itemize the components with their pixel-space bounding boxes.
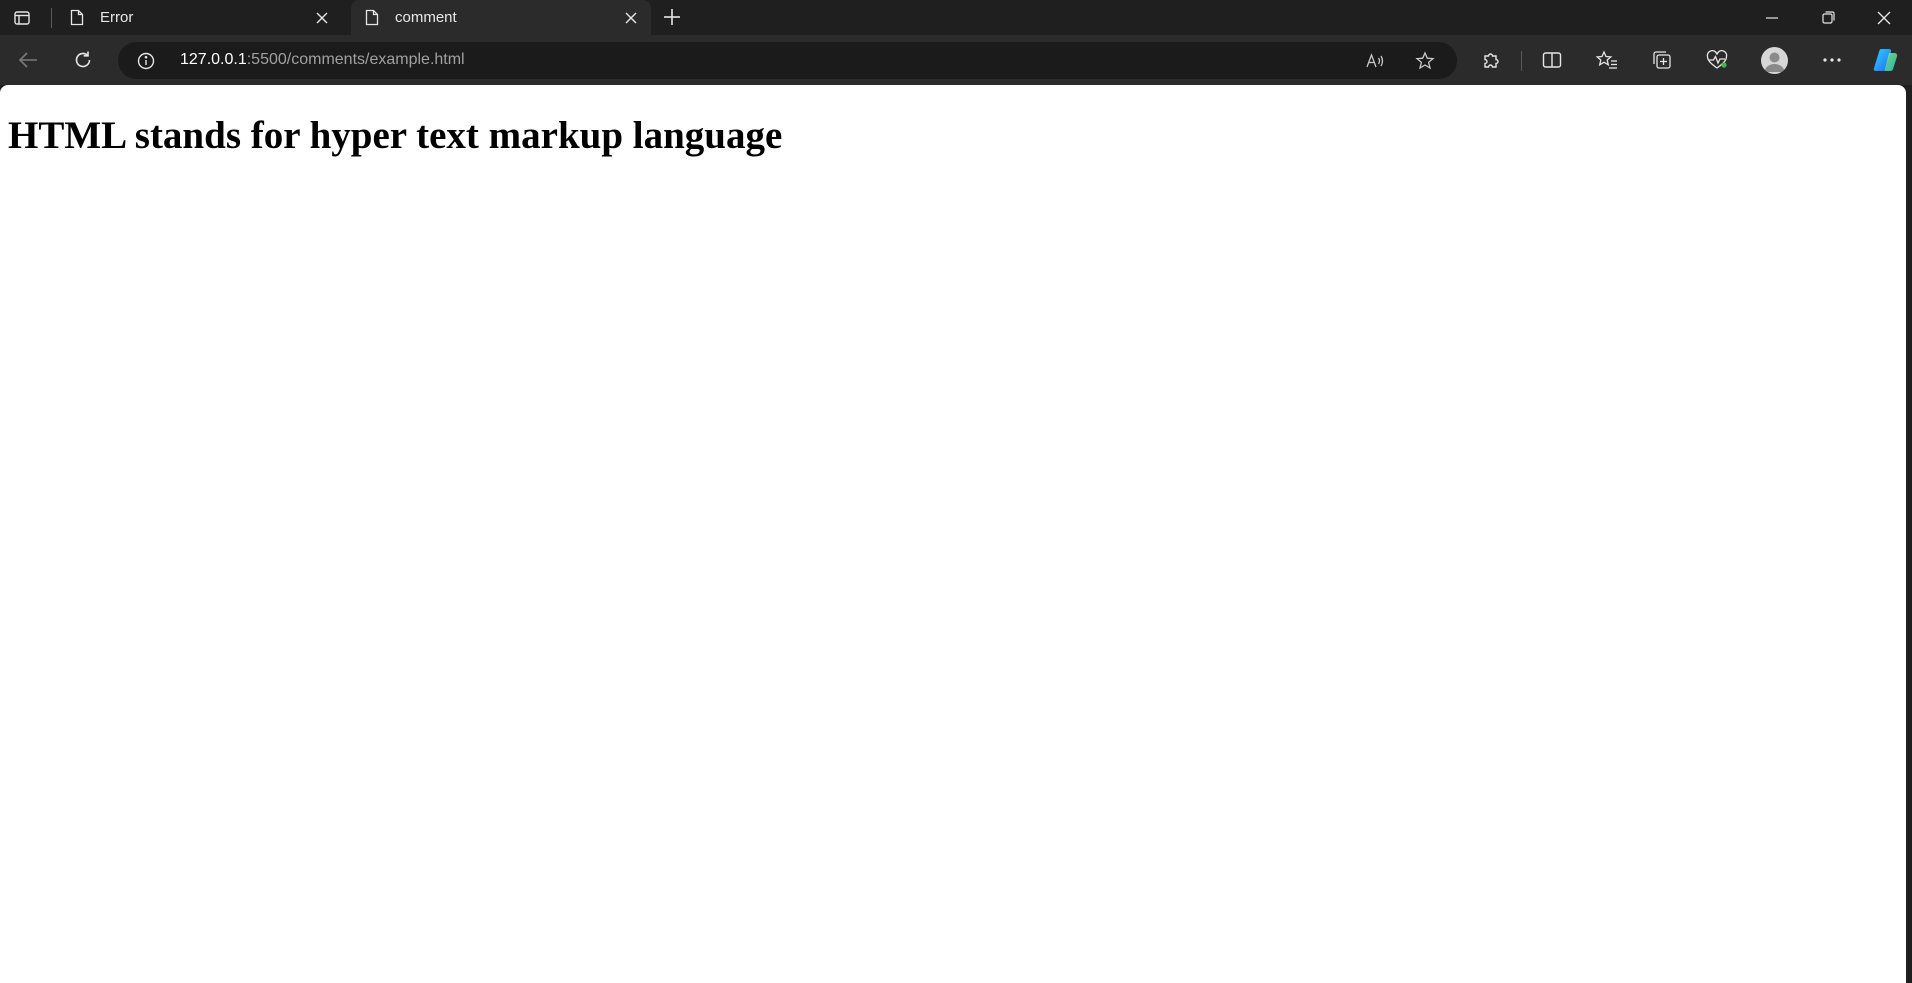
heart-pulse-icon[interactable] bbox=[1702, 46, 1732, 74]
url-path: :5500/comments/example.html bbox=[246, 51, 465, 68]
page-viewport: HTML stands for hyper text markup langua… bbox=[0, 85, 1906, 983]
tab-actions-icon[interactable] bbox=[10, 6, 34, 30]
browser-window: Error comment 127.0.0.1:5500/comments/ex… bbox=[0, 0, 1912, 983]
back-arrow-icon[interactable] bbox=[13, 46, 43, 74]
page-icon bbox=[363, 9, 381, 27]
split-screen-icon[interactable] bbox=[1537, 46, 1567, 74]
url-host: 127.0.0.1 bbox=[180, 51, 247, 68]
favorites-list-icon[interactable] bbox=[1592, 46, 1622, 74]
tab-comment[interactable]: comment bbox=[351, 0, 651, 35]
profile-icon[interactable] bbox=[1761, 47, 1788, 74]
close-icon[interactable] bbox=[1856, 0, 1912, 35]
more-icon[interactable] bbox=[1817, 46, 1847, 74]
page-icon bbox=[68, 9, 86, 27]
restore-icon[interactable] bbox=[1800, 0, 1856, 35]
tab-error[interactable]: Error bbox=[56, 0, 342, 35]
puzzle-icon[interactable] bbox=[1476, 46, 1506, 74]
close-icon[interactable] bbox=[310, 6, 334, 30]
plus-icon[interactable] bbox=[660, 5, 684, 29]
refresh-icon[interactable] bbox=[68, 46, 98, 74]
url-text[interactable]: 127.0.0.1:5500/comments/example.html bbox=[180, 51, 465, 69]
info-icon[interactable] bbox=[136, 51, 156, 71]
minimize-icon[interactable] bbox=[1744, 0, 1800, 35]
tab-title: comment bbox=[395, 9, 457, 26]
collections-icon[interactable] bbox=[1647, 46, 1677, 74]
star-icon[interactable] bbox=[1411, 47, 1439, 75]
tab-separator bbox=[51, 8, 52, 28]
read-aloud-icon[interactable] bbox=[1361, 47, 1389, 75]
close-icon[interactable] bbox=[619, 6, 643, 30]
page-heading: HTML stands for hyper text markup langua… bbox=[8, 114, 783, 157]
window-controls bbox=[1744, 0, 1912, 35]
copilot-icon[interactable] bbox=[1871, 46, 1901, 74]
tab-title: Error bbox=[100, 9, 134, 26]
window-edge bbox=[1906, 85, 1912, 983]
tab-strip: Error comment bbox=[0, 0, 1912, 35]
navigation-toolbar: 127.0.0.1:5500/comments/example.html bbox=[0, 35, 1912, 85]
toolbar-divider bbox=[1521, 51, 1522, 71]
address-bar[interactable]: 127.0.0.1:5500/comments/example.html bbox=[118, 42, 1457, 79]
